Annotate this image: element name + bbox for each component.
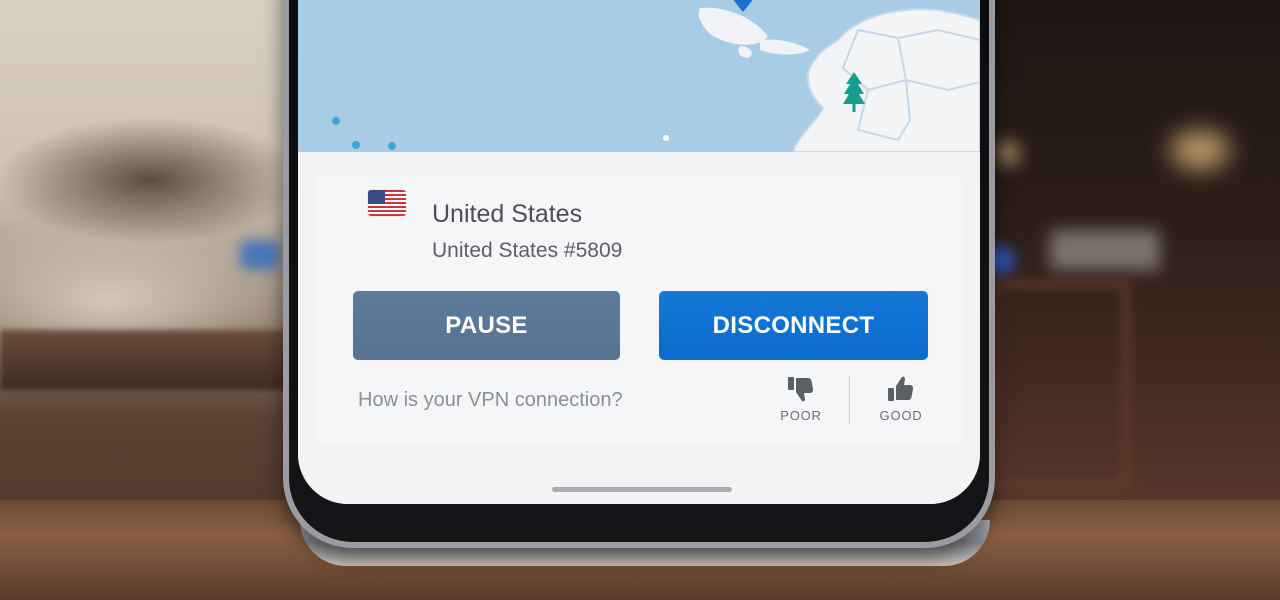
pause-button[interactable]: PAUSE: [353, 291, 620, 360]
map-dot: [352, 141, 360, 149]
map-pin-icon[interactable]: [727, 0, 759, 12]
background-blue-light: [240, 240, 280, 270]
feedback-question: How is your VPN connection?: [358, 389, 623, 411]
good-label: GOOD: [879, 408, 923, 423]
poor-label: POOR: [780, 408, 822, 423]
background-panel: [1050, 230, 1160, 270]
background-chair: [990, 280, 1130, 490]
map-dot: [663, 135, 669, 141]
thumbs-down-icon: [788, 377, 814, 402]
rating-divider: [849, 375, 850, 425]
map-island: [738, 46, 752, 58]
phone-screen: United States United States #5809 PAUSE …: [298, 0, 980, 504]
map-dot: [332, 117, 340, 125]
rate-poor-button[interactable]: POOR: [771, 375, 831, 425]
map-dot: [388, 142, 396, 150]
home-indicator[interactable]: [552, 487, 732, 492]
map-island: [698, 7, 768, 45]
rate-good-button[interactable]: GOOD: [871, 375, 931, 425]
disconnect-button[interactable]: DISCONNECT: [659, 291, 928, 360]
thumbs-up-icon: [888, 376, 914, 401]
map-graphic: [332, 0, 980, 152]
vpn-map[interactable]: [298, 0, 980, 152]
map-island: [760, 39, 810, 55]
background-shelf: [0, 330, 300, 390]
background-lamp-glow: [1170, 130, 1230, 170]
us-flag-icon: [368, 190, 406, 216]
map-landmass: [791, 8, 980, 152]
server-name: United States #5809: [432, 239, 623, 262]
background-lamp-glow-small: [995, 140, 1021, 166]
country-name: United States: [432, 200, 583, 228]
